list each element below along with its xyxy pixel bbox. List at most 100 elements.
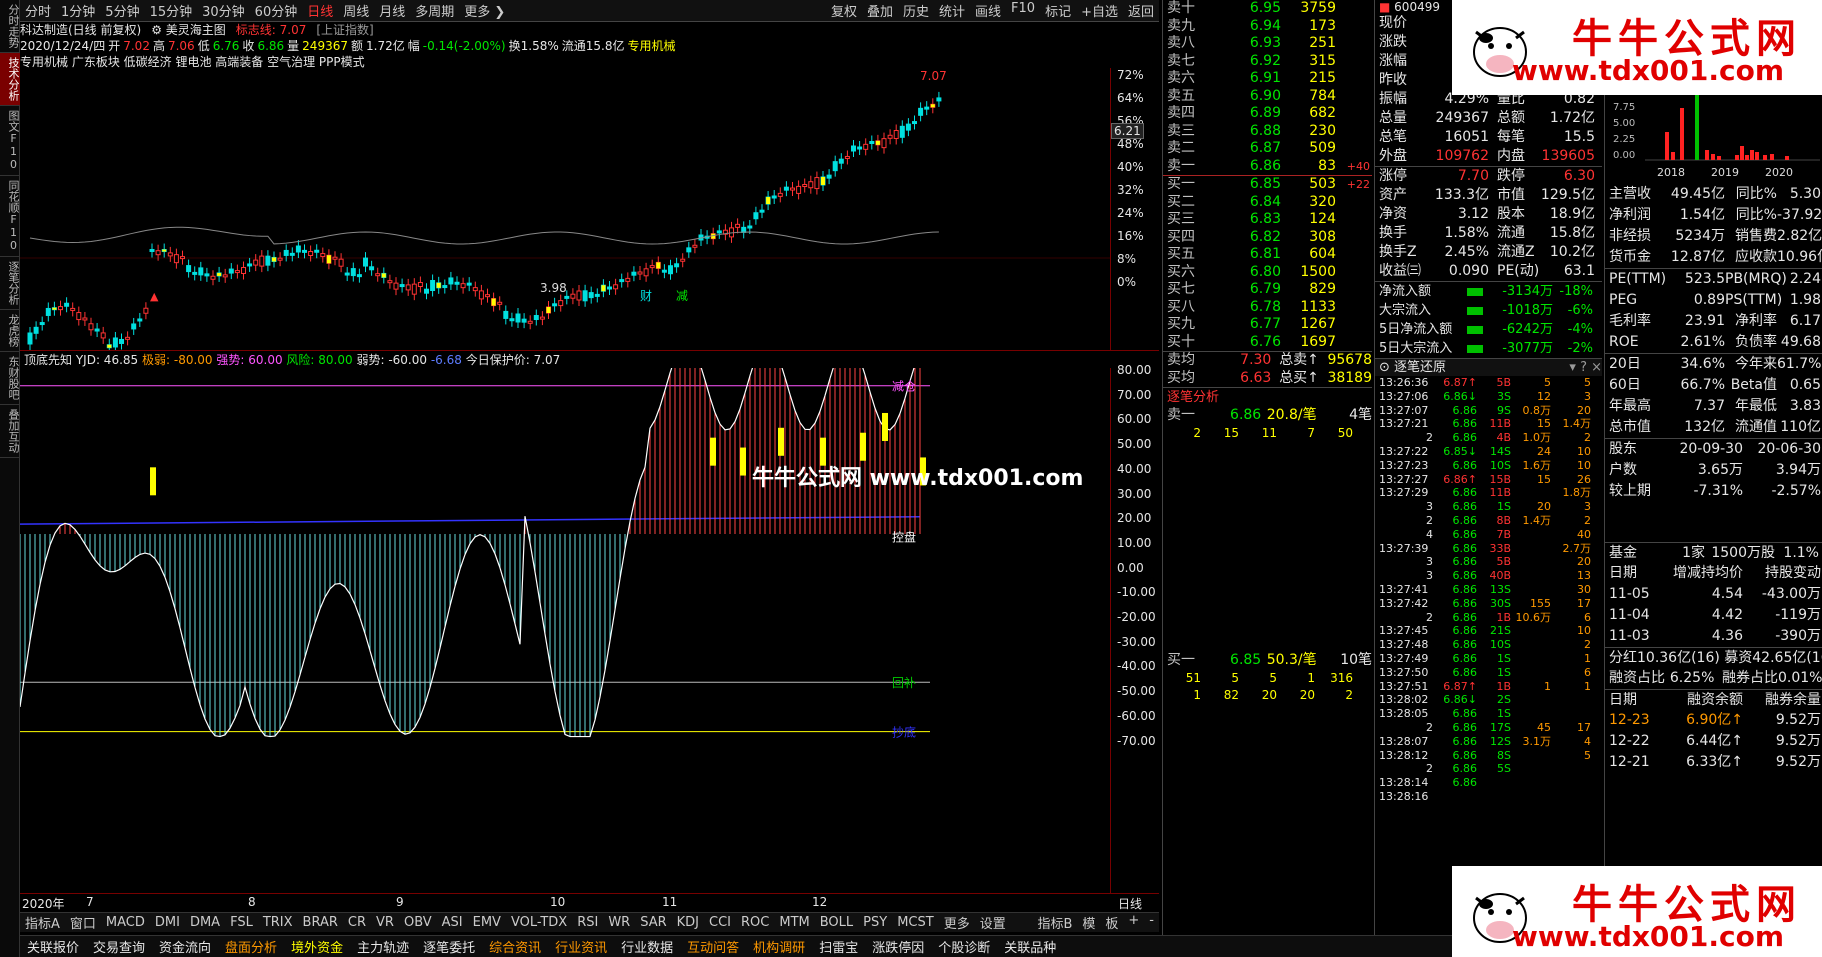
indicator-tab[interactable]: DMA [185, 915, 225, 930]
period-button[interactable]: 30分钟 [197, 1, 250, 20]
indicator-tab[interactable]: CR [343, 915, 371, 930]
order-row[interactable]: 卖一 6.86 83 +40 [1163, 158, 1372, 176]
order-row[interactable]: 卖二 6.87 509 [1163, 140, 1372, 158]
indicator-tab[interactable]: RSI [572, 915, 603, 930]
bottom-tab[interactable]: 机构调研 [746, 937, 812, 956]
zhubi-title[interactable]: 逐笔分析 [1163, 387, 1372, 407]
order-row[interactable]: 卖六 6.91 215 [1163, 70, 1372, 88]
left-tab[interactable]: 逐笔分析 [0, 257, 20, 310]
indicator-tab-right[interactable]: 板 [1100, 913, 1123, 932]
bottom-tab[interactable]: 关联品种 [997, 937, 1063, 956]
indicator-tab[interactable]: SAR [635, 915, 671, 930]
bottom-tab[interactable]: 综合资讯 [482, 937, 548, 956]
bottom-tab[interactable]: 交易查询 [86, 937, 152, 956]
bottom-tab[interactable]: 盘面分析 [218, 937, 284, 956]
order-row[interactable]: 买二 6.84 320 [1163, 194, 1372, 212]
toolbar-button[interactable]: 标记 [1040, 1, 1076, 20]
toolbar-button[interactable]: 画线 [970, 1, 1006, 20]
indicator-tab[interactable]: 设置 [975, 913, 1011, 932]
order-row[interactable]: 卖三 6.88 230 [1163, 123, 1372, 141]
order-row[interactable]: 卖十 6.95 3759 [1163, 0, 1372, 18]
bottom-tab[interactable]: 关联报价 [20, 937, 86, 956]
order-row[interactable]: 买九 6.77 1267 [1163, 316, 1372, 334]
candlestick-chart[interactable]: 7.377.073.98财减▲ [20, 68, 1110, 350]
bottom-tab[interactable]: 互动问答 [680, 937, 746, 956]
left-tab[interactable]: 叠加互动 [0, 405, 20, 458]
indicator-tab[interactable]: 更多 [939, 913, 975, 932]
bottom-tab[interactable]: 个股诊断 [931, 937, 997, 956]
toolbar-button[interactable]: 返回 [1123, 1, 1159, 20]
bottom-tab[interactable]: 主力轨迹 [350, 937, 416, 956]
toolbar-button[interactable]: 叠加 [862, 1, 898, 20]
formula-name[interactable]: ⚙ 美灵海主图 [151, 22, 226, 38]
bottom-tab[interactable]: 行业数据 [614, 937, 680, 956]
indicator-tab[interactable]: ROC [736, 915, 774, 930]
indicator-tab[interactable]: WR [603, 915, 635, 930]
order-row[interactable]: 买四 6.82 308 [1163, 229, 1372, 247]
period-button[interactable]: 周线 [338, 1, 374, 20]
left-tab[interactable]: 同花顺F10 [0, 176, 20, 257]
order-row[interactable]: 买八 6.78 1133 [1163, 299, 1372, 317]
indicator-tab[interactable]: 窗口 [65, 913, 101, 932]
left-tab[interactable]: 技术分析 [0, 53, 20, 106]
order-row[interactable]: 卖四 6.89 682 [1163, 105, 1372, 123]
period-button[interactable]: 15分钟 [145, 1, 198, 20]
bottom-tab[interactable]: 涨跌停因 [865, 937, 931, 956]
toolbar-button[interactable]: +自选 [1076, 1, 1123, 20]
bottom-tab[interactable]: 境外资金 [284, 937, 350, 956]
order-row[interactable]: 买七 6.79 829 [1163, 281, 1372, 299]
left-tab[interactable]: 分时走势 [0, 0, 20, 53]
indicator-tab[interactable]: BOLL [815, 915, 858, 930]
indicator-tab[interactable]: CCI [704, 915, 736, 930]
indicator-tab-right[interactable]: - [1144, 913, 1159, 932]
period-button[interactable]: 更多 ❯ [459, 1, 510, 20]
left-tab[interactable]: 东财股吧 [0, 352, 20, 405]
indicator-tab[interactable]: ASI [437, 915, 468, 930]
order-row[interactable]: 卖七 6.92 315 [1163, 53, 1372, 71]
indicator-tab[interactable]: DMI [150, 915, 185, 930]
period-button[interactable]: 日线 [302, 1, 338, 20]
period-button[interactable]: 月线 [374, 1, 410, 20]
indicator-name[interactable]: 顶底先知 [20, 353, 72, 367]
indicator-chart[interactable]: 清仓减仓控盘回补抄底 [20, 368, 1110, 893]
order-row[interactable]: 卖五 6.90 784 [1163, 88, 1372, 106]
order-row[interactable]: 买十 6.76 1697 [1163, 334, 1372, 352]
indicator-tab[interactable]: TRIX [258, 915, 298, 930]
period-button[interactable]: 5分钟 [100, 1, 144, 20]
order-row[interactable]: 买三 6.83 124 [1163, 211, 1372, 229]
bottom-tab[interactable]: 资金流向 [152, 937, 218, 956]
bottom-tab[interactable]: 扫雷宝 [812, 937, 865, 956]
order-row[interactable]: 买六 6.80 1500 [1163, 264, 1372, 282]
gear-icon[interactable]: ⚙ [151, 23, 162, 37]
indicator-tab[interactable]: VOL-TDX [506, 915, 572, 930]
indicator-tab[interactable]: KDJ [672, 915, 704, 930]
toolbar-button[interactable]: 复权 [826, 1, 862, 20]
period-button[interactable]: 1分钟 [56, 1, 100, 20]
period-button[interactable]: 分时 [20, 1, 56, 20]
bottom-tab[interactable]: 行业资讯 [548, 937, 614, 956]
indicator-tab-right[interactable]: 模 [1077, 913, 1100, 932]
indicator-tab[interactable]: FSL [225, 915, 258, 930]
period-button[interactable]: 多周期 [410, 1, 459, 20]
left-tab[interactable]: 龙虎榜 [0, 310, 20, 352]
order-row[interactable]: 卖八 6.93 251 [1163, 35, 1372, 53]
indicator-tab[interactable]: PSY [858, 915, 892, 930]
left-tab[interactable]: 图文F10 [0, 106, 20, 176]
indicator-tab[interactable]: OBV [399, 915, 437, 930]
indicator-tab[interactable]: VR [371, 915, 399, 930]
indicator-tab-right[interactable]: 指标B [1032, 913, 1077, 932]
bottom-tab[interactable]: 逐笔委托 [416, 937, 482, 956]
toolbar-button[interactable]: F10 [1006, 1, 1040, 20]
order-row[interactable]: 买五 6.81 604 [1163, 246, 1372, 264]
period-button[interactable]: 60分钟 [250, 1, 303, 20]
indicator-tab-right[interactable]: + [1123, 913, 1144, 932]
indicator-tab[interactable]: MCST [892, 915, 939, 930]
toolbar-button[interactable]: 历史 [898, 1, 934, 20]
tick-header[interactable]: ⊙ 逐笔还原 ▾ ? × [1375, 358, 1602, 376]
indicator-tab[interactable]: MTM [774, 915, 814, 930]
order-row[interactable]: 卖九 6.94 173 [1163, 18, 1372, 36]
indicator-tab[interactable]: MACD [101, 915, 150, 930]
indicator-tab[interactable]: 指标A [20, 913, 65, 932]
order-row[interactable]: 买一 6.85 503 +22 [1163, 176, 1372, 194]
indicator-tab[interactable]: BRAR [298, 915, 343, 930]
